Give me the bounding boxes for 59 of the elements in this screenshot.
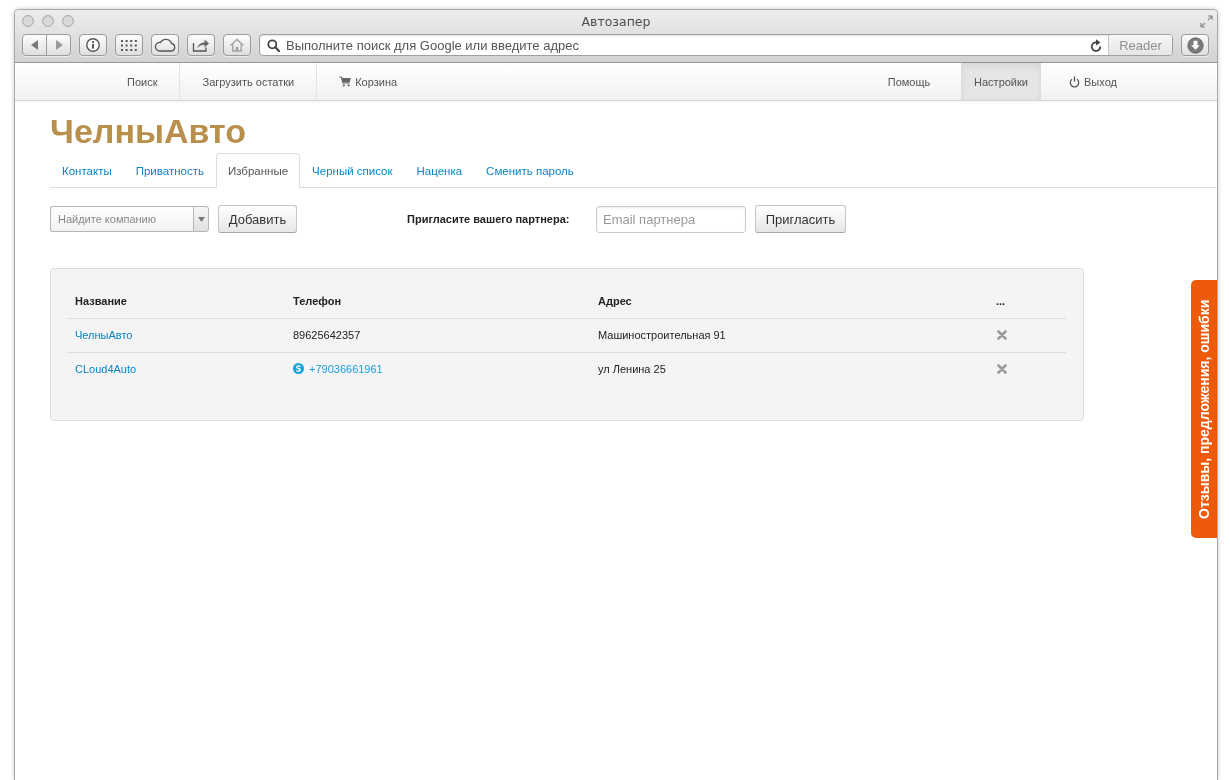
window-title: Автозапер <box>581 13 651 29</box>
nav-link[interactable]: Помощь <box>869 63 949 100</box>
partner-email-field[interactable]: Email партнера <box>596 205 746 233</box>
tab[interactable]: Сменить пароль <box>474 153 586 188</box>
window-close-icon[interactable] <box>22 15 34 27</box>
fullscreen-icon[interactable] <box>1200 14 1213 28</box>
share-icon <box>192 38 210 52</box>
column-header: ... <box>988 284 1066 318</box>
share-button[interactable] <box>187 34 215 56</box>
feedback-tab[interactable]: Отзывы, предложения, ошибки <box>1191 280 1217 538</box>
reload-icon[interactable] <box>1090 38 1102 52</box>
top-sites-button[interactable] <box>115 34 143 56</box>
cart-icon <box>339 76 352 87</box>
right-triangle-icon <box>54 40 63 50</box>
download-icon <box>1186 36 1204 54</box>
left-triangle-icon <box>30 40 39 50</box>
table-cell: ул Ленина 25 <box>590 352 988 386</box>
nav-link[interactable]: Загрузить остатки <box>179 63 317 100</box>
company-search-field[interactable]: Найдите компанию <box>50 206 193 232</box>
tab[interactable]: Черный список <box>300 153 405 188</box>
nav-link[interactable]: Поиск <box>105 63 180 100</box>
tab[interactable]: Приватность <box>123 153 216 188</box>
site-logo: ЧелныАвто <box>50 111 246 151</box>
column-header: Адрес <box>590 284 988 318</box>
delete-icon[interactable] <box>997 364 1007 375</box>
cloud-button[interactable] <box>151 34 179 56</box>
grid-icon <box>121 39 137 51</box>
caret-icon <box>197 216 205 222</box>
column-header: Телефон <box>285 284 590 318</box>
tab[interactable]: Избранные <box>215 153 301 188</box>
info-icon <box>86 38 100 52</box>
company-link[interactable]: CLoud4Auto <box>75 363 137 376</box>
letter-s-icon[interactable] <box>293 363 304 374</box>
power-icon <box>1069 75 1081 88</box>
cloud-icon <box>154 38 176 52</box>
nav-link[interactable]: Выход <box>1053 63 1133 100</box>
window-zoom-icon[interactable] <box>62 15 74 27</box>
nav-link[interactable]: Настройки <box>961 63 1041 100</box>
company-link[interactable]: ЧелныАвто <box>75 329 133 341</box>
search-icon <box>267 38 280 52</box>
tab[interactable]: Контакты <box>50 153 124 188</box>
phone-number: 89625642357 <box>293 329 361 341</box>
downloads-button[interactable] <box>1181 34 1209 56</box>
tab[interactable]: Наценка <box>404 153 475 188</box>
phone-link[interactable]: +79036661961 <box>309 362 383 375</box>
column-header: Название <box>67 284 285 318</box>
back-button[interactable] <box>22 34 47 56</box>
info-button[interactable] <box>79 34 107 56</box>
add-button[interactable]: Добавить <box>218 205 297 233</box>
nav-link[interactable]: Корзина <box>316 63 420 100</box>
home-button[interactable] <box>223 34 251 56</box>
table-cell: Машиностроительная 91 <box>590 318 988 352</box>
dropdown-button[interactable] <box>193 206 209 232</box>
invite-label: Пригласите вашего партнера: <box>407 213 571 225</box>
house-icon <box>229 38 245 52</box>
window-minimize-icon[interactable] <box>42 15 54 27</box>
invite-button[interactable]: Пригласить <box>755 205 846 233</box>
delete-icon[interactable] <box>997 330 1007 340</box>
forward-button[interactable] <box>46 34 71 56</box>
